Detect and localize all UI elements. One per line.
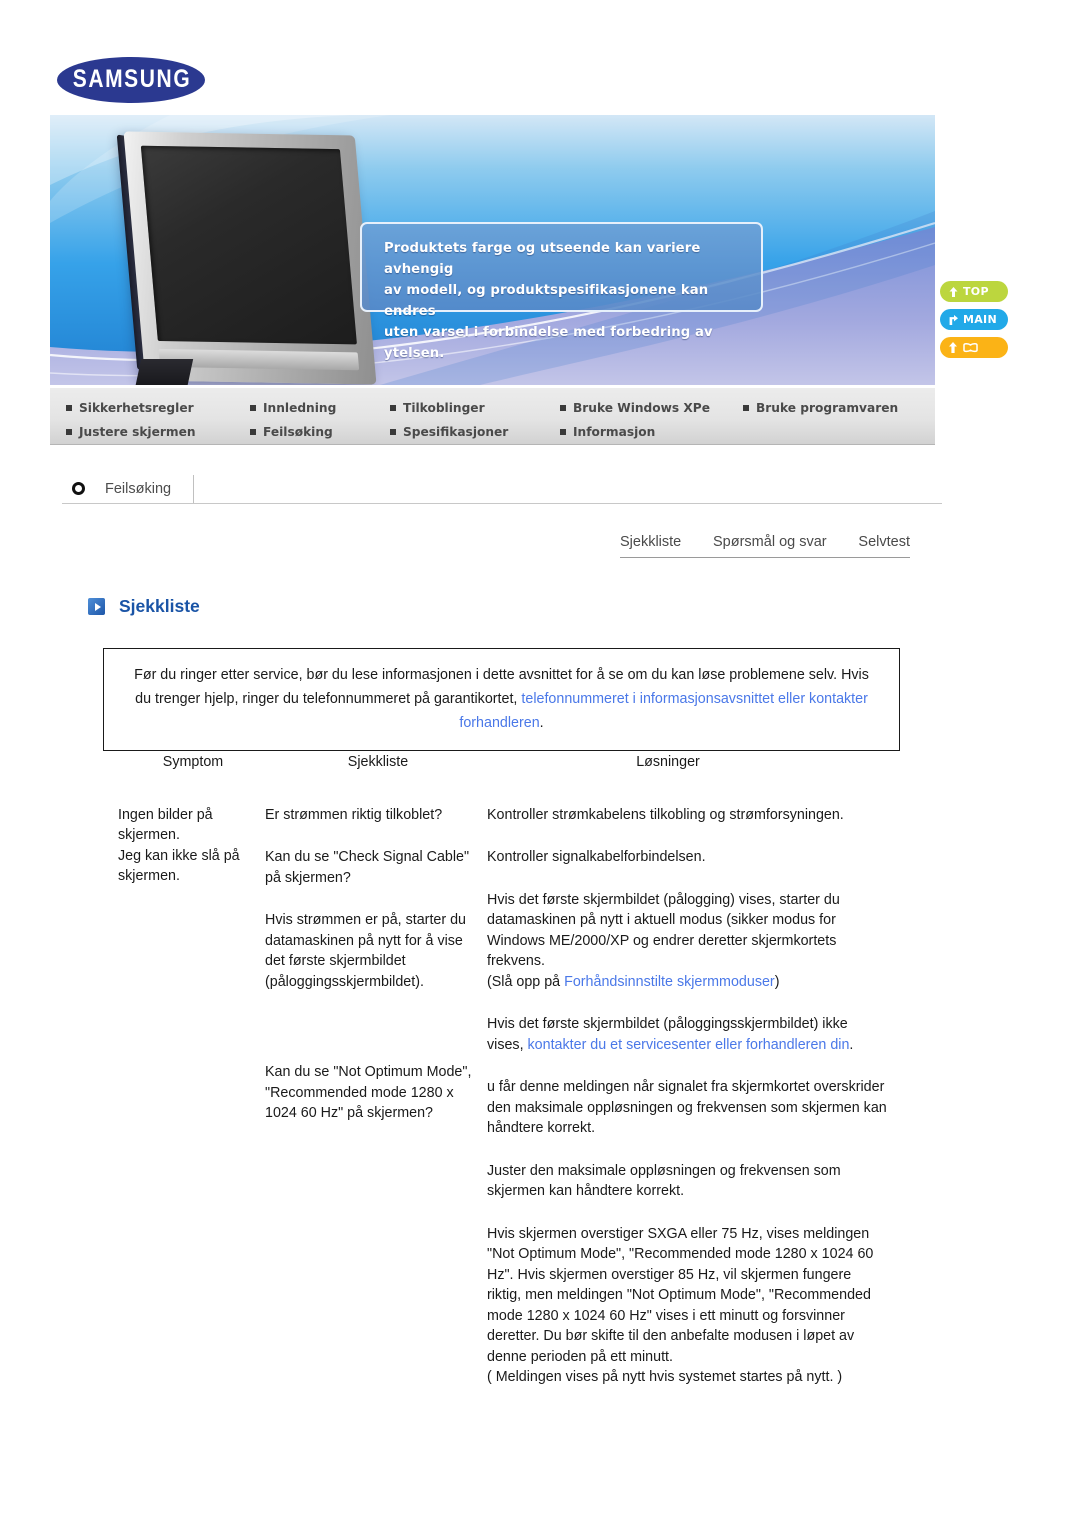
monitor-stand	[134, 359, 194, 385]
top-button[interactable]: TOP	[940, 281, 1008, 302]
preset-modes-link[interactable]: Forhåndsinnstilte skjermmoduser	[564, 974, 775, 990]
symptom-text: Ingen bilder på skjermen. Jeg kan ikke s…	[118, 806, 240, 885]
nav-label: Sikkerhetsregler	[79, 401, 194, 415]
solution-item-3a: Hvis det første skjermbildet (pålogging)…	[487, 891, 840, 970]
notice-line-1: Produktets farge og utseende kan variere…	[384, 241, 701, 277]
main-button[interactable]: MAIN	[940, 309, 1008, 330]
sub-tab-bar: Sjekkliste Spørsmål og svar Selvtest	[620, 534, 910, 558]
checklist-spacer	[265, 1014, 477, 1038]
logo-ellipse: SAMSUNG	[57, 57, 205, 103]
solution-item-1: Kontroller strømkabelens tilkobling og s…	[487, 806, 844, 823]
section-header-area: Feilsøking	[62, 474, 942, 504]
checklist-cell: Er strømmen riktig tilkoblet? Kan du se …	[265, 805, 487, 1410]
checklist-item-4: Kan du se "Not Optimum Mode", "Recommend…	[265, 1064, 472, 1121]
product-notice-box: Produktets farge og utseende kan variere…	[360, 222, 763, 361]
bullet-icon	[560, 429, 566, 435]
up-arrow-book-icon	[948, 341, 984, 354]
info-text-after: .	[539, 715, 544, 731]
branch-arrow-icon	[948, 314, 959, 326]
solution-item-3c: Hvis det første skjermbildet (påloggings…	[487, 1014, 887, 1055]
ring-icon	[72, 482, 85, 495]
nav-label: Spesifikasjoner	[403, 425, 509, 439]
page-title: Sjekkliste	[119, 596, 200, 616]
samsung-logo: SAMSUNG	[57, 57, 205, 103]
bullet-icon	[250, 429, 256, 435]
table-header-row: Symptom Sjekkliste Løsninger	[118, 752, 918, 773]
tab-selvtest[interactable]: Selvtest	[858, 534, 910, 550]
service-info-box: Før du ringer etter service, bør du lese…	[103, 648, 900, 751]
checklist-item-3: Hvis strømmen er på, starter du datamask…	[265, 912, 467, 990]
nav-label: Justere skjermen	[79, 425, 196, 439]
sol3c-suffix: .	[849, 1036, 854, 1053]
solution-item-4d: ( Meldingen vises på nytt hvis systemet …	[487, 1369, 843, 1385]
nav-label: Informasjon	[573, 425, 656, 439]
nav-label: Tilkoblinger	[403, 401, 485, 415]
nav-label: Feilsøking	[263, 425, 333, 439]
column-header-symptom: Symptom	[162, 754, 224, 770]
solutions-cell: Kontroller strømkabelens tilkobling og s…	[487, 805, 887, 1410]
nav-item-sikkerhetsregler[interactable]: Sikkerhetsregler	[50, 401, 250, 415]
solution-item-2: Kontroller signalkabelforbindelsen.	[487, 849, 706, 865]
logo-text: SAMSUNG	[72, 65, 192, 93]
nav-label: Innledning	[263, 401, 337, 415]
bullet-icon	[250, 405, 256, 411]
solution-item-4a: u får denne meldingen når signalet fra s…	[487, 1079, 887, 1136]
side-nav-buttons: TOP MAIN	[940, 281, 1010, 365]
checklist-item-1: Er strømmen riktig tilkoblet?	[265, 806, 443, 823]
tab-sjekkliste[interactable]: Sjekkliste	[620, 534, 681, 550]
back-to-contents-button[interactable]	[940, 337, 1008, 358]
nav-label: Bruke programvaren	[756, 401, 899, 415]
column-header-solutions: Løsninger	[636, 754, 700, 770]
checklist-item-2: Kan du se "Check Signal Cable" på skjerm…	[265, 849, 470, 886]
bullet-icon	[390, 429, 396, 435]
monitor-product-image	[116, 131, 377, 385]
info-link[interactable]: telefonnummeret i informasjonsavsnittet …	[459, 691, 868, 731]
bullet-icon	[560, 405, 566, 411]
nav-label: Bruke Windows XPe	[573, 401, 711, 415]
solution-item-3b: (Slå opp på Forhåndsinnstilte skjermmodu…	[487, 972, 887, 993]
nav-item-innledning[interactable]: Innledning	[250, 401, 390, 415]
main-button-label: MAIN	[963, 313, 997, 326]
up-arrow-icon	[948, 286, 959, 298]
tab-sporsmal-og-svar[interactable]: Spørsmål og svar	[713, 534, 827, 550]
bullet-icon	[66, 405, 72, 411]
nav-item-bruke-windows-xpe[interactable]: Bruke Windows XPe	[560, 401, 743, 415]
nav-item-tilkoblinger[interactable]: Tilkoblinger	[390, 401, 560, 415]
table-body: Ingen bilder på skjermen. Jeg kan ikke s…	[118, 805, 918, 1410]
bullet-icon	[743, 405, 749, 411]
solution-item-4b: Juster den maksimale oppløsningen og fre…	[487, 1162, 841, 1200]
nav-item-bruke-programvaren[interactable]: Bruke programvaren	[743, 401, 923, 415]
monitor-screen	[140, 145, 357, 345]
service-info-text: Før du ringer etter service, bør du lese…	[130, 663, 873, 735]
nav-item-feilsoking[interactable]: Feilsøking	[250, 425, 390, 439]
solution-item-4c: Hvis skjermen overstiger SXGA eller 75 H…	[487, 1225, 874, 1365]
notice-line-3: uten varsel i forbindelse med forbedring…	[384, 325, 713, 361]
sol3-suffix: )	[774, 973, 780, 990]
column-header-checklist: Sjekkliste	[347, 754, 409, 770]
sol3-prefix: (Slå opp på	[487, 973, 565, 990]
hero-banner: Produktets farge og utseende kan variere…	[50, 115, 935, 385]
top-button-label: TOP	[963, 285, 989, 298]
nav-item-spesifikasjoner[interactable]: Spesifikasjoner	[390, 425, 560, 439]
symptom-cell: Ingen bilder på skjermen. Jeg kan ikke s…	[118, 805, 265, 1410]
bullet-icon	[390, 405, 396, 411]
section-title: Feilsøking	[105, 474, 195, 503]
section-header: Feilsøking	[62, 474, 942, 504]
nav-item-informasjon[interactable]: Informasjon	[560, 425, 743, 439]
checklist-spacer-2	[265, 1038, 477, 1062]
troubleshooting-table: Symptom Sjekkliste Løsninger Ingen bilde…	[118, 752, 918, 1410]
service-center-link[interactable]: kontakter du et servicesenter eller forh…	[528, 1037, 850, 1053]
page-heading: Sjekkliste	[88, 596, 200, 617]
nav-row-1: Sikkerhetsregler Innledning Tilkoblinger…	[50, 396, 935, 420]
bullet-icon	[66, 429, 72, 435]
notice-line-2: av modell, og produktspesifikasjonene ka…	[384, 283, 709, 319]
nav-item-justere-skjermen[interactable]: Justere skjermen	[50, 425, 250, 439]
main-navigation-bar: Sikkerhetsregler Innledning Tilkoblinger…	[50, 388, 935, 445]
monitor-bezel	[123, 131, 377, 385]
nav-row-2: Justere skjermen Feilsøking Spesifikasjo…	[50, 420, 935, 444]
play-arrow-icon	[88, 598, 105, 615]
